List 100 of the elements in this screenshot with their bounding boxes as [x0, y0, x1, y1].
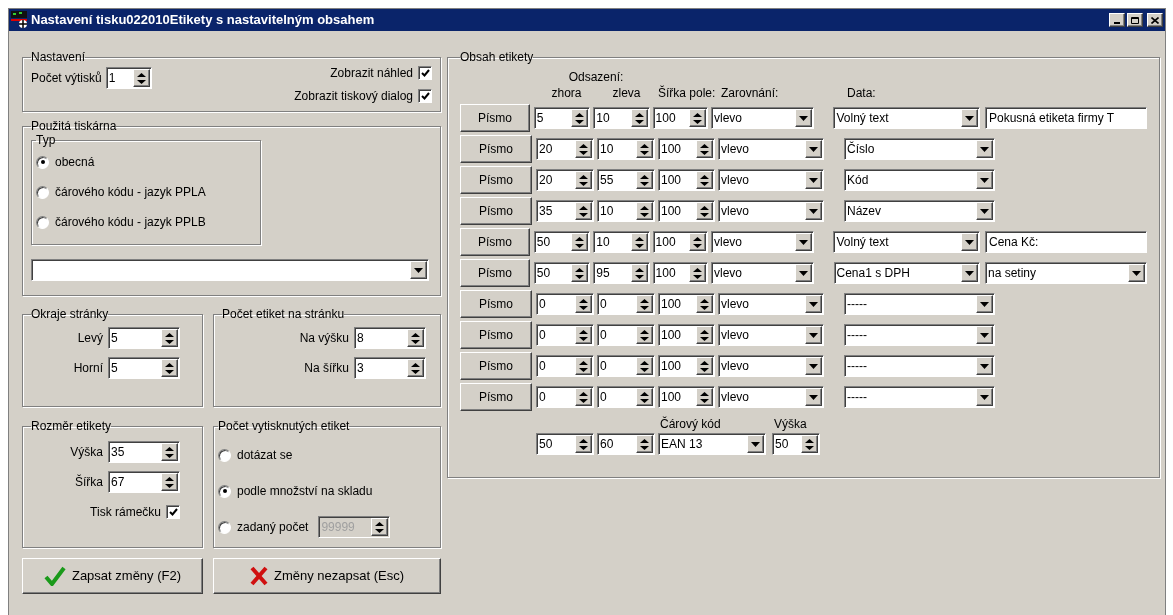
dropdown-field[interactable]	[31, 259, 429, 281]
dropdown-field[interactable]: vlevo	[718, 355, 824, 377]
font-button[interactable]: Písmo	[460, 228, 530, 256]
spin-button[interactable]	[696, 202, 713, 220]
number-field[interactable]: 100	[652, 262, 708, 284]
dropdown-field[interactable]: Kód	[844, 169, 995, 191]
dropdown-button[interactable]	[794, 109, 812, 127]
spin-button[interactable]	[575, 140, 592, 158]
number-field[interactable]: 3	[354, 357, 426, 379]
spin-button[interactable]	[571, 233, 589, 251]
number-field[interactable]: 10	[593, 107, 650, 129]
checkbox[interactable]	[166, 505, 180, 519]
number-field[interactable]: 55	[597, 169, 655, 191]
number-field[interactable]: 100	[658, 324, 715, 346]
number-field[interactable]: 0	[536, 355, 594, 377]
spin-button[interactable]	[161, 329, 178, 347]
dropdown-button[interactable]	[961, 264, 978, 282]
font-button[interactable]: Písmo	[460, 197, 532, 225]
dropdown-field[interactable]: EAN 13	[658, 433, 766, 455]
spin-button[interactable]	[636, 295, 653, 313]
number-field[interactable]: 10	[597, 200, 655, 222]
number-field[interactable]: 100	[658, 138, 715, 160]
number-field[interactable]: 50	[536, 433, 594, 455]
number-field[interactable]: 0	[536, 386, 594, 408]
number-field[interactable]: 35	[536, 200, 594, 222]
dropdown-button[interactable]	[805, 357, 822, 375]
dropdown-field[interactable]: vlevo	[718, 200, 824, 222]
dropdown-field[interactable]: Volný text	[833, 107, 980, 129]
spin-button[interactable]	[636, 388, 653, 406]
dropdown-field[interactable]: Název	[844, 200, 995, 222]
dropdown-button[interactable]	[960, 233, 978, 251]
dropdown-button[interactable]	[805, 326, 822, 344]
number-field[interactable]: 100	[658, 355, 715, 377]
spin-button[interactable]	[575, 295, 592, 313]
spin-button[interactable]	[161, 473, 178, 491]
spin-button[interactable]	[636, 326, 653, 344]
dropdown-button[interactable]	[976, 171, 993, 189]
number-field[interactable]: 35	[108, 441, 180, 463]
dropdown-button[interactable]	[976, 388, 993, 406]
spin-button[interactable]	[575, 202, 592, 220]
font-button[interactable]: Písmo	[460, 383, 532, 411]
text-field[interactable]: Cena Kč:	[984, 231, 1147, 253]
dropdown-field[interactable]: na setiny	[985, 262, 1147, 284]
dropdown-button[interactable]	[805, 295, 822, 313]
spin-button[interactable]	[630, 264, 648, 282]
dropdown-field[interactable]: vlevo	[718, 293, 824, 315]
number-field[interactable]: 0	[597, 324, 655, 346]
font-button[interactable]: Písmo	[460, 352, 532, 380]
spin-button[interactable]	[132, 69, 150, 87]
dropdown-field[interactable]: Cena1 s DPH	[833, 262, 980, 284]
spin-button[interactable]	[636, 171, 653, 189]
number-field[interactable]: 100	[652, 107, 708, 129]
number-field[interactable]: 50	[772, 433, 820, 455]
dropdown-button[interactable]	[976, 357, 993, 375]
dropdown-field[interactable]: vlevo	[711, 231, 814, 253]
spin-button[interactable]	[696, 171, 713, 189]
number-field[interactable]: 20	[536, 169, 594, 191]
spin-button[interactable]	[575, 388, 592, 406]
dropdown-button[interactable]	[805, 140, 822, 158]
number-field[interactable]: 100	[658, 200, 715, 222]
spin-button[interactable]	[575, 171, 592, 189]
spin-button[interactable]	[801, 435, 818, 453]
number-field[interactable]: 0	[536, 324, 594, 346]
text-field[interactable]: Pokusná etiketa firmy T	[984, 107, 1147, 129]
number-field[interactable]: 5	[533, 107, 591, 129]
dropdown-button[interactable]	[805, 202, 822, 220]
font-button[interactable]: Písmo	[460, 321, 532, 349]
dropdown-button[interactable]	[794, 233, 812, 251]
spin-button[interactable]	[571, 264, 589, 282]
dropdown-field[interactable]: -----	[844, 355, 995, 377]
spin-button[interactable]	[696, 357, 713, 375]
dropdown-field[interactable]: vlevo	[718, 138, 824, 160]
checkbox[interactable]	[418, 89, 432, 103]
dropdown-button[interactable]	[976, 295, 993, 313]
spin-button[interactable]	[161, 359, 178, 377]
dropdown-button[interactable]	[794, 264, 812, 282]
spin-button[interactable]	[161, 443, 178, 461]
radio-button[interactable]	[36, 215, 49, 229]
dropdown-button[interactable]	[960, 109, 978, 127]
number-field[interactable]: 100	[658, 169, 715, 191]
font-button[interactable]: Písmo	[460, 135, 532, 163]
number-field[interactable]: 0	[536, 293, 594, 315]
number-field[interactable]: 95	[593, 262, 650, 284]
checkbox[interactable]	[418, 66, 432, 80]
spin-button[interactable]	[407, 359, 424, 377]
number-field[interactable]: 50	[533, 262, 591, 284]
dropdown-button[interactable]	[410, 261, 427, 279]
dropdown-field[interactable]: vlevo	[718, 169, 824, 191]
radio-button[interactable]	[218, 484, 231, 498]
dropdown-field[interactable]: -----	[844, 293, 995, 315]
spin-button[interactable]	[575, 326, 592, 344]
minimize-button[interactable]	[1109, 13, 1125, 27]
dropdown-button[interactable]	[805, 388, 822, 406]
spin-button[interactable]	[636, 202, 653, 220]
dropdown-field[interactable]: vlevo	[718, 386, 824, 408]
number-field[interactable]: 67	[108, 471, 180, 493]
dropdown-field[interactable]: -----	[844, 386, 995, 408]
cancel-button[interactable]: Změny nezapsat (Esc)	[213, 558, 441, 594]
close-button[interactable]	[1147, 13, 1163, 27]
number-field[interactable]: 60	[597, 433, 655, 455]
